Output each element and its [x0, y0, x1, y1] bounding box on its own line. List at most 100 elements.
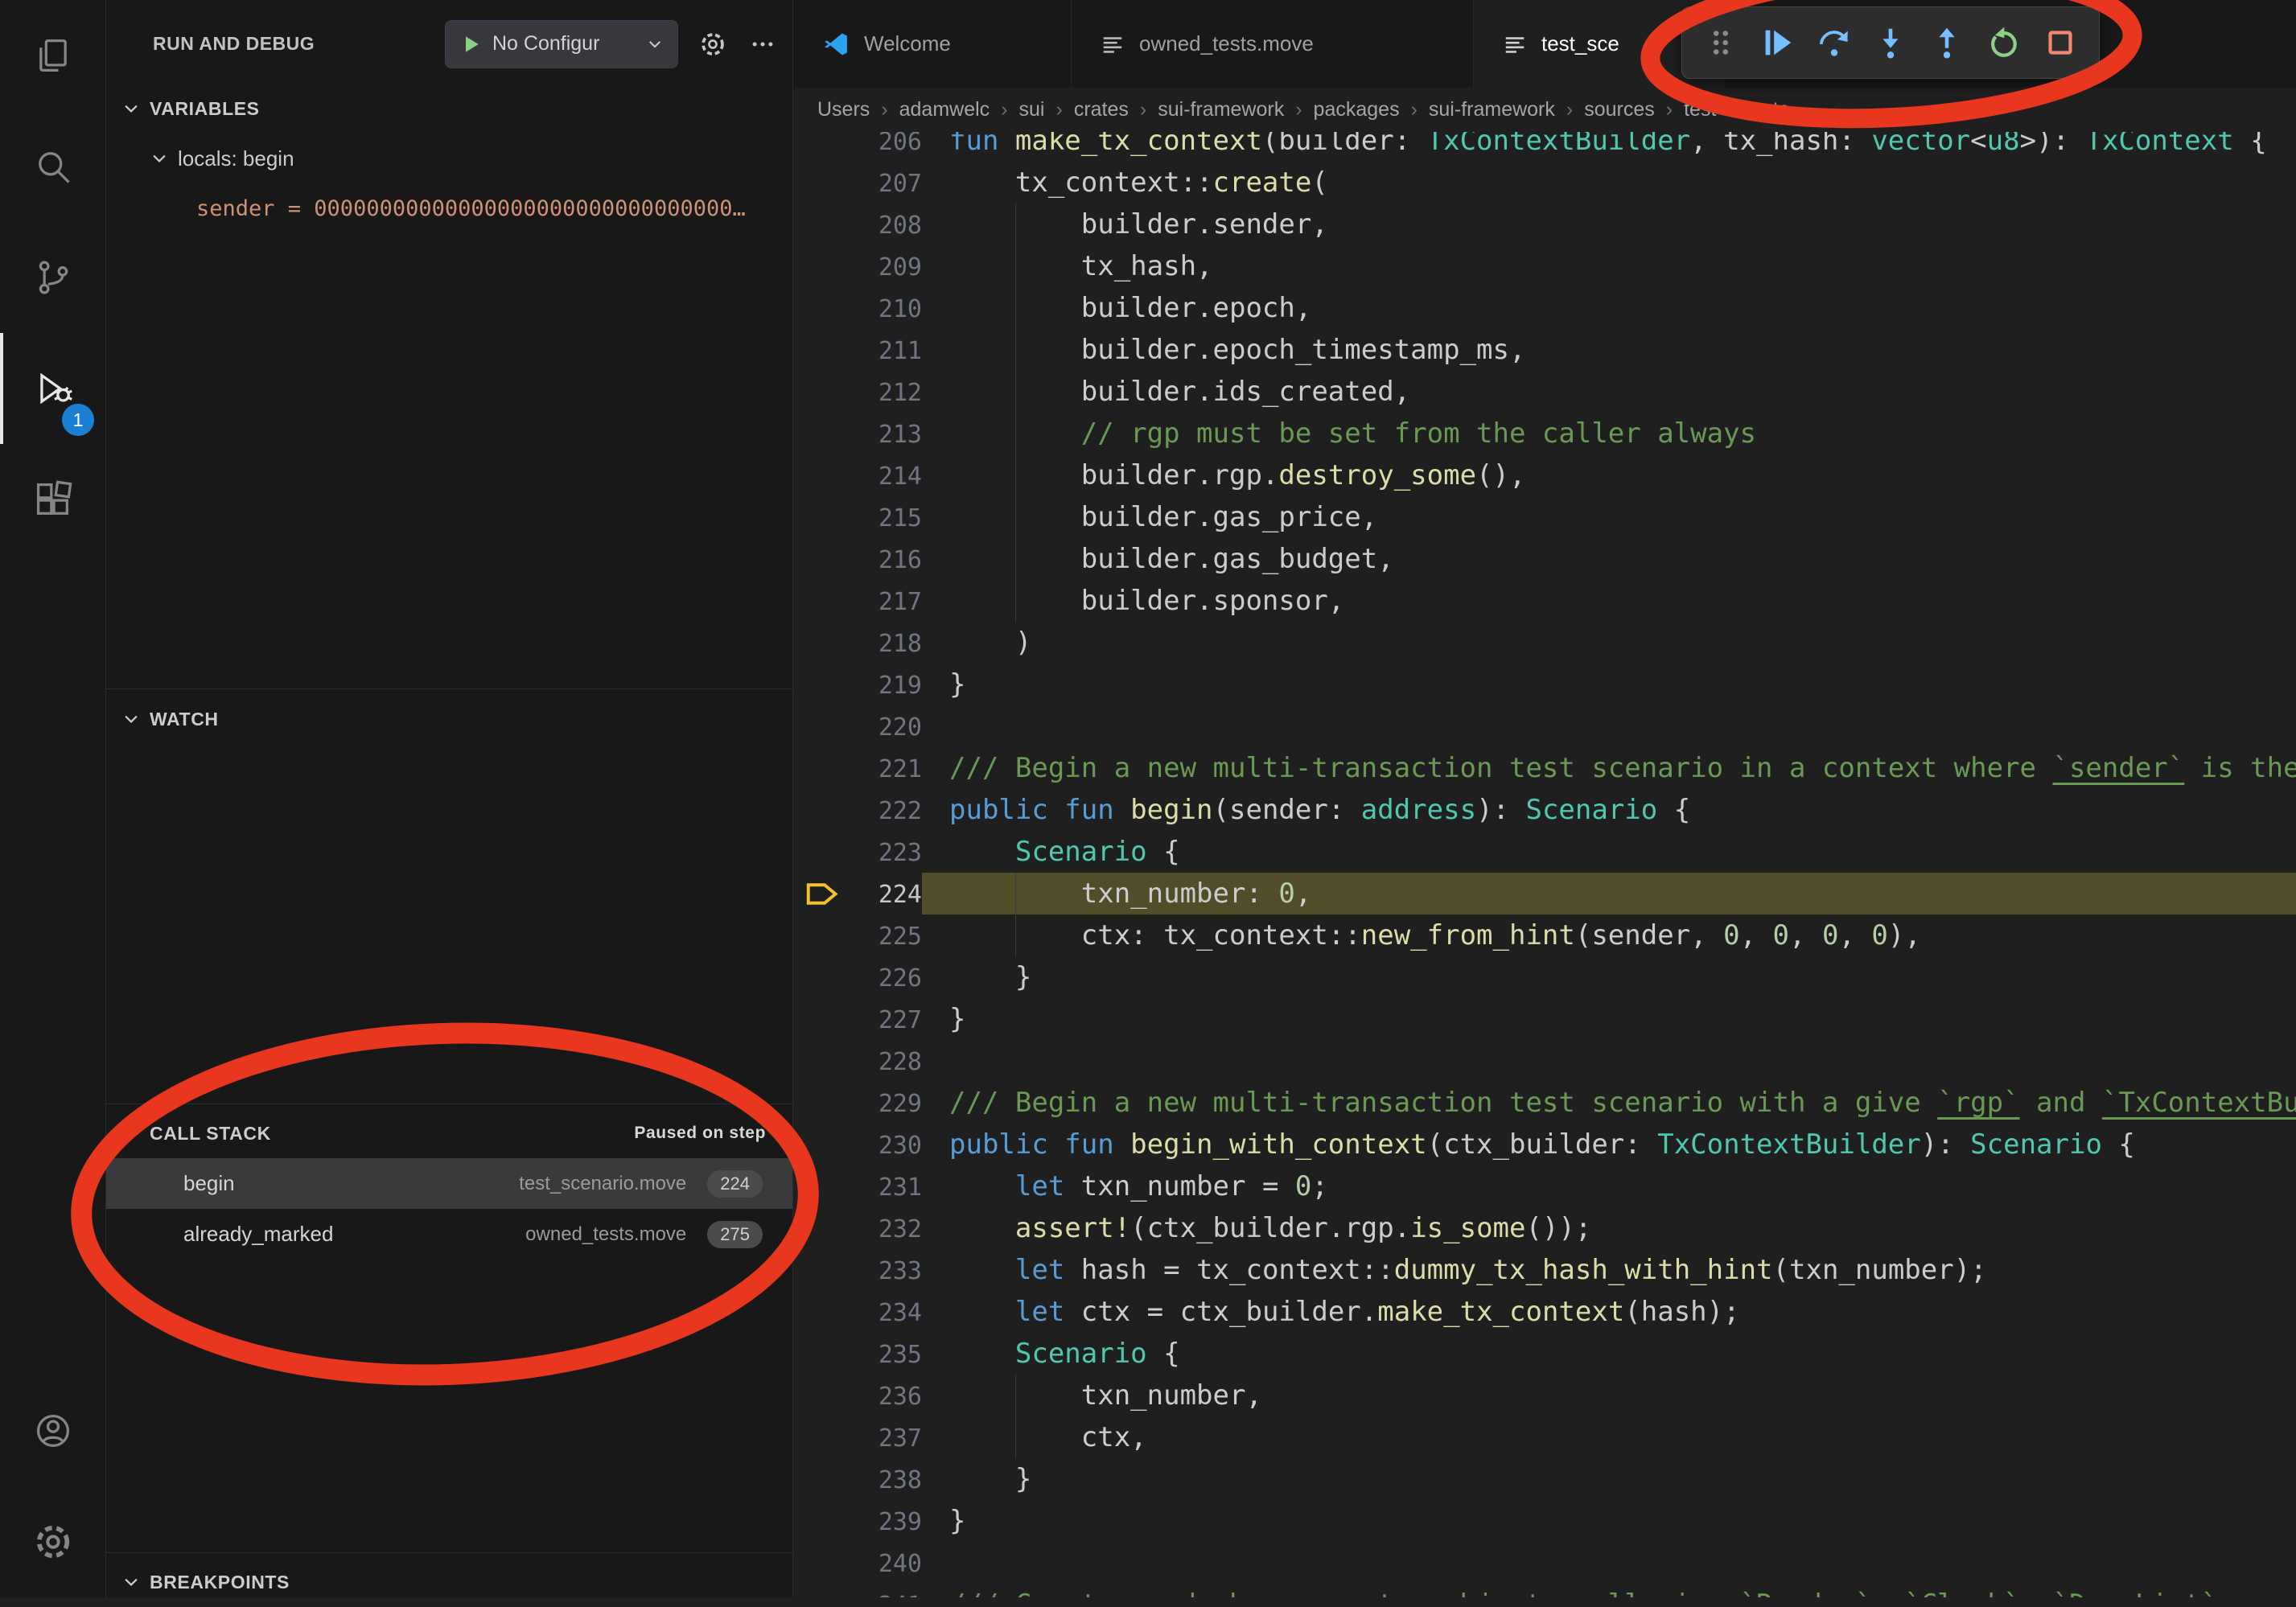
gutter[interactable]: 236	[793, 1375, 922, 1416]
code-text[interactable]: ctx,	[922, 1416, 2296, 1458]
breadcrumb-item[interactable]: adamwelc	[899, 98, 990, 121]
code-text[interactable]: }	[922, 1500, 2296, 1542]
continue-button[interactable]	[1755, 18, 1800, 67]
callstack-frame-begin[interactable]: begin test_scenario.move 224	[106, 1158, 792, 1209]
breakpoints-section-header[interactable]: BREAKPOINTS	[106, 1557, 792, 1607]
gutter[interactable]: 232	[793, 1207, 922, 1249]
breadcrumb-item[interactable]: sui-framework	[1158, 98, 1284, 121]
gutter[interactable]: 206	[793, 132, 922, 162]
code-text[interactable]: /// Begin a new multi-transaction test s…	[922, 1082, 2296, 1124]
stop-button[interactable]	[2038, 18, 2083, 67]
code-text[interactable]: builder.gas_price,	[922, 496, 2296, 538]
code-text[interactable]: let txn_number = 0;	[922, 1165, 2296, 1207]
code-text[interactable]: builder.sender,	[922, 203, 2296, 245]
gutter[interactable]: 210	[793, 287, 922, 329]
gutter[interactable]: 223	[793, 831, 922, 873]
code-text[interactable]: )	[922, 622, 2296, 664]
gutter[interactable]: 220	[793, 705, 922, 747]
activity-item-explorer[interactable]	[0, 0, 105, 111]
breadcrumb-item[interactable]: Users	[817, 98, 870, 121]
gutter[interactable]: 226	[793, 956, 922, 998]
gutter[interactable]: 217	[793, 580, 922, 622]
gutter[interactable]: 214	[793, 454, 922, 496]
gutter[interactable]: 229	[793, 1082, 922, 1124]
gutter[interactable]: 235	[793, 1333, 922, 1375]
gutter[interactable]: 231	[793, 1165, 922, 1207]
gutter[interactable]: 211	[793, 329, 922, 371]
breadcrumb-item[interactable]: sources	[1584, 98, 1655, 121]
code-text[interactable]: fun make_tx_context(builder: TxContextBu…	[922, 132, 2296, 162]
step-over-button[interactable]	[1812, 18, 1857, 67]
code-text[interactable]: txn_number,	[922, 1375, 2296, 1416]
code-text[interactable]	[922, 1542, 2296, 1584]
run-config-dropdown[interactable]: No Configur	[445, 20, 678, 68]
code-text[interactable]: assert!(ctx_builder.rgp.is_some());	[922, 1207, 2296, 1249]
code-text[interactable]: builder.gas_budget,	[922, 538, 2296, 580]
activity-item-account[interactable]	[0, 1375, 105, 1486]
callstack-frame-already-marked[interactable]: already_marked owned_tests.move 275	[106, 1209, 792, 1260]
gutter[interactable]: 230	[793, 1124, 922, 1165]
gutter[interactable]: 224	[793, 873, 922, 914]
code-text[interactable]: builder.epoch_timestamp_ms,	[922, 329, 2296, 371]
code-text[interactable]: builder.rgp.destroy_some(),	[922, 454, 2296, 496]
call-stack-section-header[interactable]: CALL STACK Paused on step	[106, 1108, 792, 1158]
code-text[interactable]	[922, 705, 2296, 747]
variable-row[interactable]: sender = 0000000000000000000000000000000…	[106, 183, 792, 233]
debug-settings-gear-button[interactable]	[688, 19, 738, 69]
code-text[interactable]	[922, 1040, 2296, 1082]
activity-item-source-control[interactable]	[0, 222, 105, 333]
code-text[interactable]: Scenario {	[922, 1333, 2296, 1375]
code-text[interactable]: let ctx = ctx_builder.make_tx_context(ha…	[922, 1291, 2296, 1333]
activity-item-settings[interactable]	[0, 1486, 105, 1597]
gutter[interactable]: 228	[793, 1040, 922, 1082]
tab-welcome[interactable]: Welcome	[793, 0, 1072, 88]
code-text[interactable]: builder.epoch,	[922, 287, 2296, 329]
gutter[interactable]: 238	[793, 1458, 922, 1500]
code-text[interactable]: /// Creates and shares system objects, a…	[922, 1584, 2296, 1597]
gutter[interactable]: 239	[793, 1500, 922, 1542]
code-text[interactable]: builder.ids_created,	[922, 371, 2296, 413]
breadcrumb-item[interactable]: sui-framework	[1429, 98, 1555, 121]
watch-section-header[interactable]: WATCH	[106, 694, 792, 744]
gutter[interactable]: 240	[793, 1542, 922, 1584]
code-text[interactable]: Scenario {	[922, 831, 2296, 873]
code-text[interactable]: }	[922, 664, 2296, 705]
activity-item-search[interactable]	[0, 111, 105, 222]
variables-scope-row[interactable]: locals: begin	[106, 134, 792, 183]
activity-item-extensions[interactable]	[0, 444, 105, 555]
gutter[interactable]: 208	[793, 203, 922, 245]
code-text[interactable]: }	[922, 1458, 2296, 1500]
gutter[interactable]: 222	[793, 789, 922, 831]
gutter[interactable]: 207	[793, 162, 922, 203]
gutter[interactable]: 227	[793, 998, 922, 1040]
gutter[interactable]: 212	[793, 371, 922, 413]
gutter[interactable]: 218	[793, 622, 922, 664]
breadcrumb-item[interactable]: packages	[1314, 98, 1400, 121]
variables-section-header[interactable]: VARIABLES	[106, 84, 792, 134]
breadcrumb-item[interactable]: te	[1746, 98, 1790, 121]
gutter[interactable]: 216	[793, 538, 922, 580]
gutter[interactable]: 215	[793, 496, 922, 538]
gutter[interactable]: 219	[793, 664, 922, 705]
restart-button[interactable]	[1981, 18, 2026, 67]
tab-owned-tests-move[interactable]: owned_tests.move	[1072, 0, 1474, 88]
code-text[interactable]: /// Begin a new multi-transaction test s…	[922, 747, 2296, 789]
gutter[interactable]: 221	[793, 747, 922, 789]
breadcrumb-item[interactable]: test	[1684, 98, 1716, 121]
activity-item-run-and-debug[interactable]: 1	[0, 333, 105, 444]
gutter[interactable]: 234	[793, 1291, 922, 1333]
code-text[interactable]: let hash = tx_context::dummy_tx_hash_wit…	[922, 1249, 2296, 1291]
views-more-actions-button[interactable]	[738, 19, 788, 69]
gutter[interactable]: 213	[793, 413, 922, 454]
code-text[interactable]: tx_hash,	[922, 245, 2296, 287]
breadcrumb-item[interactable]: crates	[1074, 98, 1129, 121]
gutter[interactable]: 225	[793, 914, 922, 956]
code-text[interactable]: public fun begin_with_context(ctx_builde…	[922, 1124, 2296, 1165]
code-text[interactable]: }	[922, 998, 2296, 1040]
code-text[interactable]: }	[922, 956, 2296, 998]
toolbar-drag-grip[interactable]	[1698, 18, 1743, 67]
code-text[interactable]: // rgp must be set from the caller alway…	[922, 413, 2296, 454]
code-text[interactable]: public fun begin(sender: address): Scena…	[922, 789, 2296, 831]
breadcrumb-item[interactable]: sui	[1019, 98, 1045, 121]
gutter[interactable]: 241	[793, 1584, 922, 1597]
